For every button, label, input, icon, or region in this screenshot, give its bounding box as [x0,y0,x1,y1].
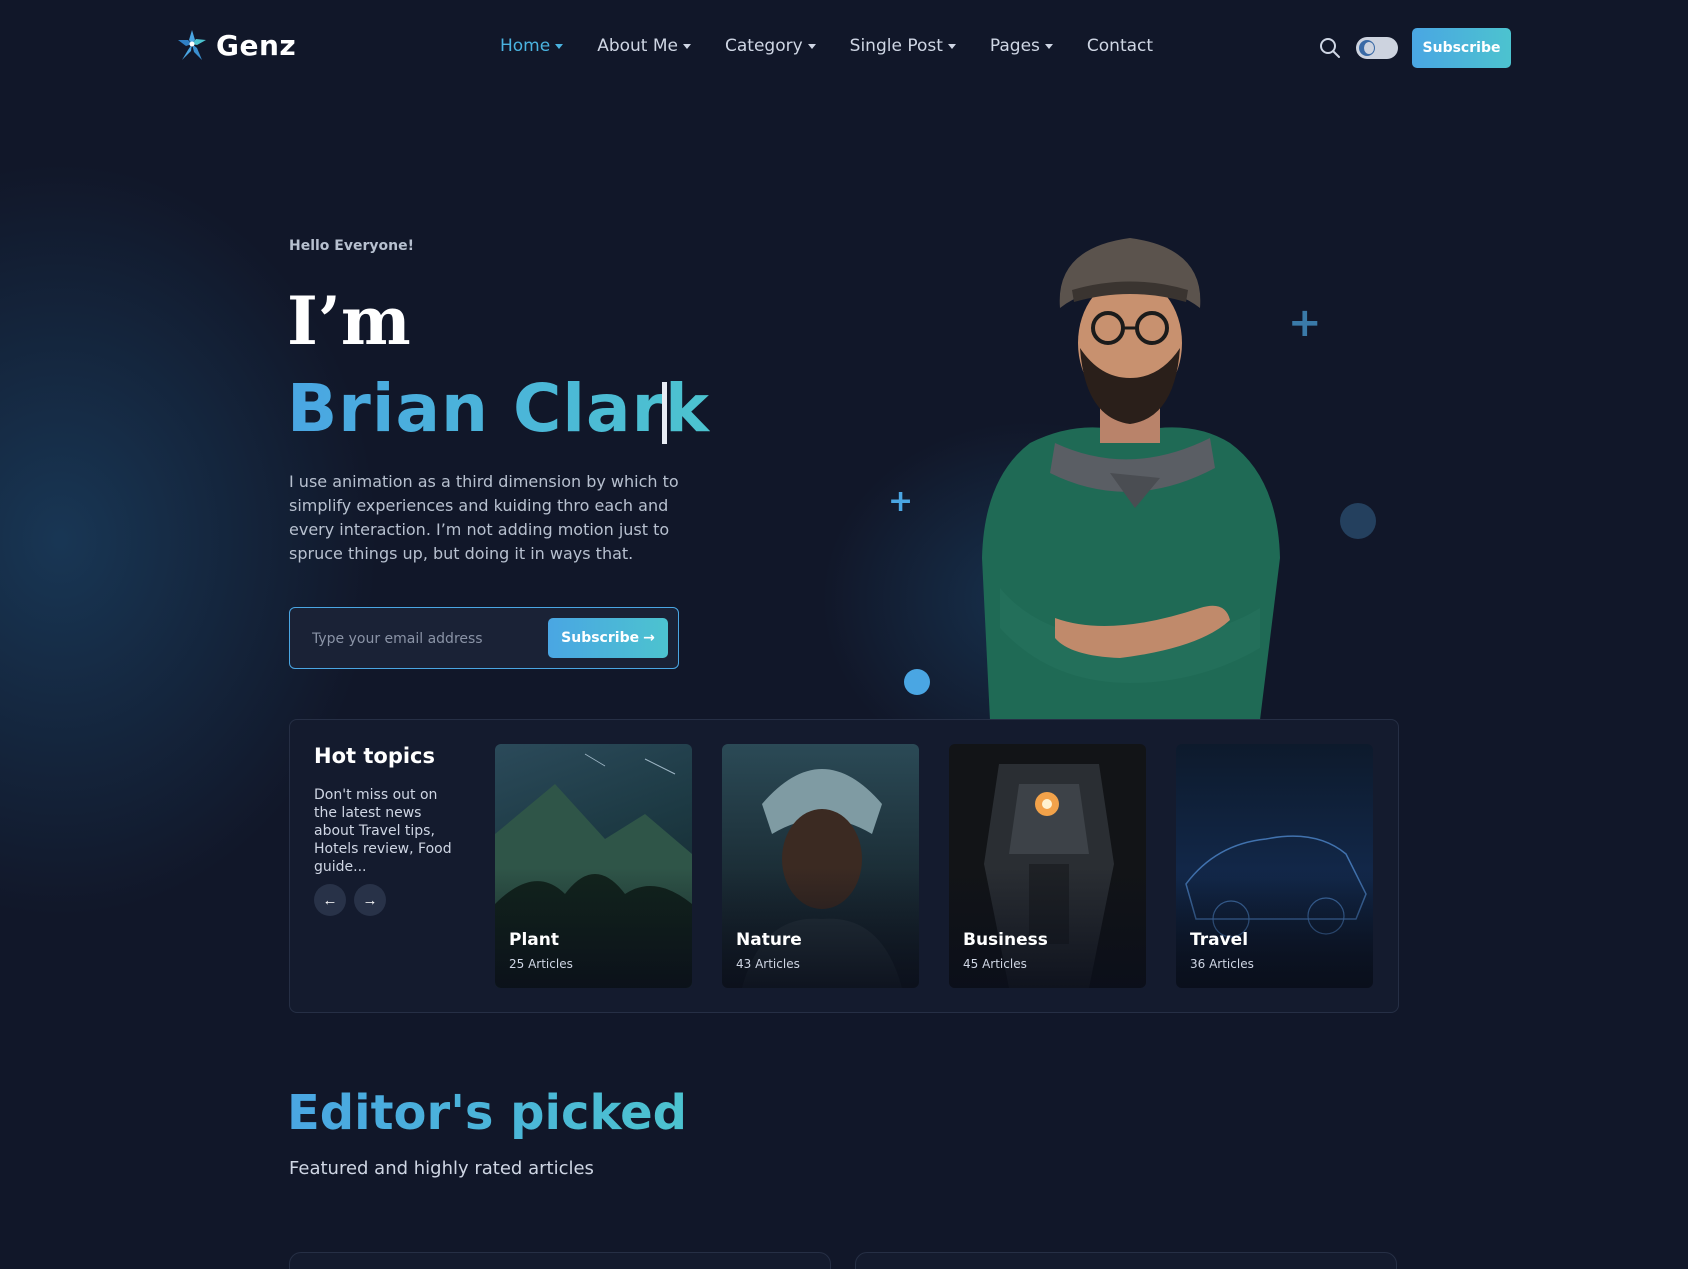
star-logo-icon [178,30,206,60]
topic-card-title: Travel [1190,930,1249,950]
newsletter-form: Subscribe → [289,607,679,669]
topic-card-business[interactable]: Business 45 Articles [949,744,1146,988]
nav-item-label: Home [500,36,551,56]
hero-intro: I’m [287,282,411,360]
nav-item-single-post[interactable]: Single Post [850,36,956,56]
topic-card-title: Business [963,930,1048,950]
nav-item-label: Contact [1086,36,1154,56]
arrow-right-icon: → [362,891,378,909]
carousel-prev-button[interactable]: ← [314,884,346,916]
hero-portrait [982,238,1280,720]
topic-card-title: Nature [736,930,802,950]
hero-name: Brian Clark [287,370,711,447]
arrow-left-icon: ← [322,891,338,909]
nav-item-about-me[interactable]: About Me [597,36,691,56]
chevron-down-icon [1044,43,1053,49]
topic-card-count: 43 Articles [736,957,800,971]
topic-card-count: 45 Articles [963,957,1027,971]
hot-topics-panel: Hot topics Don't miss out on the latest … [289,719,1399,1013]
article-card[interactable] [289,1252,831,1269]
hero-greeting: Hello Everyone! [289,238,414,254]
chevron-down-icon [807,43,816,49]
hero-description: I use animation as a third dimension by … [289,472,679,563]
nav-item-label: Pages [989,36,1040,56]
nav-item-pages[interactable]: Pages [990,36,1053,56]
nav-item-label: Category [725,36,803,56]
header-subscribe-button[interactable]: Subscribe [1412,28,1511,68]
nav-item-label: Single Post [849,36,943,56]
brand-name: Genz [216,28,297,62]
plus-decoration-icon: + [888,484,914,519]
chevron-down-icon [555,43,564,49]
nav-item-home[interactable]: Home [500,36,564,56]
topic-card-nature[interactable]: Nature 43 Articles [722,744,919,988]
site-header: Genz Home About Me Category Single Post … [0,0,1688,96]
brand-logo[interactable]: Genz [176,28,296,62]
topic-card-count: 36 Articles [1190,957,1254,971]
subscribe-label: Subscribe [561,630,640,646]
topic-card-travel[interactable]: Travel 36 Articles [1176,744,1373,988]
hot-topics-title: Hot topics [314,744,435,768]
moon-icon [1359,40,1375,56]
article-card[interactable] [855,1252,1397,1269]
email-input[interactable] [312,626,532,652]
carousel-next-button[interactable]: → [354,884,386,916]
nav-item-contact[interactable]: Contact [1087,36,1153,56]
topic-card-title: Plant [509,930,559,950]
topic-card-plant[interactable]: Plant 25 Articles [495,744,692,988]
editors-picked-title: Editor's picked [287,1085,687,1141]
chevron-down-icon [947,43,956,49]
hot-topics-description: Don't miss out on the latest news about … [314,787,452,875]
editors-picked-subtitle: Featured and highly rated articles [289,1158,594,1179]
nav-item-label: About Me [597,36,678,56]
circle-decoration [1340,503,1376,539]
theme-toggle[interactable] [1356,37,1398,59]
chevron-down-icon [683,43,691,49]
search-icon[interactable] [1318,36,1342,60]
arrow-right-icon: → [643,630,655,646]
topic-card-count: 25 Articles [509,957,573,971]
nav-item-category[interactable]: Category [725,36,816,56]
typing-cursor [662,382,667,444]
circle-decoration [904,669,930,695]
newsletter-subscribe-button[interactable]: Subscribe → [548,618,668,658]
main-nav: Home About Me Category Single Post Pages… [500,36,1153,56]
